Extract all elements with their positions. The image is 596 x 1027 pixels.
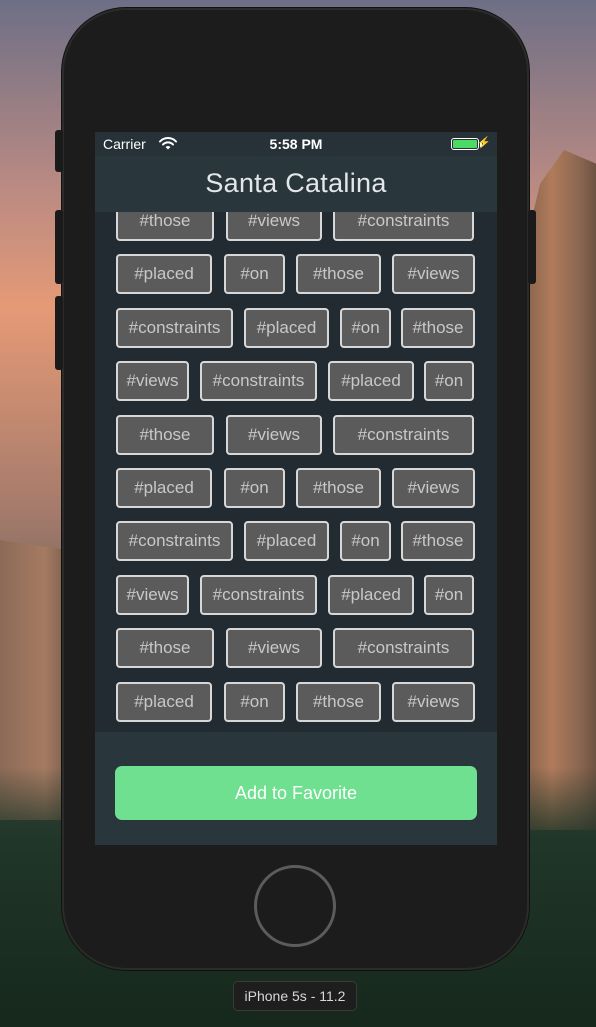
status-time: 5:58 PM [269,136,323,152]
tag-placed[interactable]: #placed [116,468,212,508]
add-to-favorite-button[interactable]: Add to Favorite [115,766,477,820]
tag-views[interactable]: #views [226,212,322,241]
tag-those[interactable]: #those [296,682,381,722]
tag-placed[interactable]: #placed [116,254,212,294]
tag-on[interactable]: #on [224,682,285,722]
navigation-bar: Santa Catalina [95,156,497,213]
power-button[interactable] [528,210,536,284]
charging-bolt-icon: ⚡ [477,137,491,149]
tag-cloud[interactable]: #those #views #constraints #placed #on #those… [95,212,497,732]
footer-bar: Add to Favorite [95,732,497,845]
volume-up-button[interactable] [55,210,63,284]
tag-those[interactable]: #those [116,415,214,455]
tag-placed[interactable]: #placed [244,521,329,561]
tag-placed[interactable]: #placed [116,682,212,722]
tag-on[interactable]: #on [424,361,474,401]
tag-those[interactable]: #those [296,254,381,294]
status-bar: Carrier 5:58 PM ⚡ [95,132,497,156]
mute-switch[interactable] [55,130,63,172]
tag-views[interactable]: #views [392,468,475,508]
tag-on[interactable]: #on [224,254,285,294]
app-screen: Carrier 5:58 PM ⚡ Santa Catalina #those #… [95,132,497,845]
tag-on[interactable]: #on [340,521,391,561]
page-title: Santa Catalina [205,168,387,198]
tag-constraints[interactable]: #constraints [200,575,317,615]
tag-those[interactable]: #those [116,628,214,668]
tag-views[interactable]: #views [392,254,475,294]
volume-down-button[interactable] [55,296,63,370]
tag-those[interactable]: #those [296,468,381,508]
tag-constraints[interactable]: #constraints [200,361,317,401]
tag-those[interactable]: #those [401,308,475,348]
tag-views[interactable]: #views [116,575,189,615]
tag-placed[interactable]: #placed [328,575,414,615]
tag-constraints[interactable]: #constraints [333,628,474,668]
tag-constraints[interactable]: #constraints [333,415,474,455]
home-button[interactable] [254,865,336,947]
tag-views[interactable]: #views [226,415,322,455]
tag-constraints[interactable]: #constraints [116,521,233,561]
tag-constraints[interactable]: #constraints [116,308,233,348]
tag-those[interactable]: #those [401,521,475,561]
tag-views[interactable]: #views [392,682,475,722]
tag-placed[interactable]: #placed [328,361,414,401]
simulator-device-label: iPhone 5s - 11.2 [233,981,357,1011]
tag-views[interactable]: #views [116,361,189,401]
tag-on[interactable]: #on [340,308,391,348]
tag-views[interactable]: #views [226,628,322,668]
tag-those[interactable]: #those [116,212,214,241]
tag-on[interactable]: #on [224,468,285,508]
tag-on[interactable]: #on [424,575,474,615]
tag-constraints[interactable]: #constraints [333,212,474,241]
tag-placed[interactable]: #placed [244,308,329,348]
battery-icon [451,138,482,150]
